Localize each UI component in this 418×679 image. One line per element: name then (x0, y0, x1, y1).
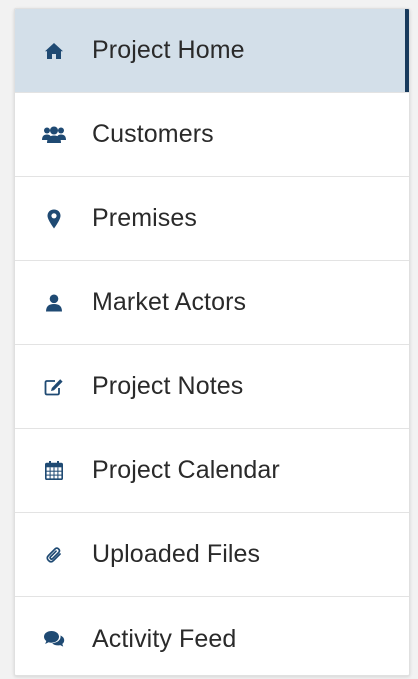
sidebar-item-label: Activity Feed (92, 624, 237, 653)
sidebar-item-label: Premises (92, 204, 197, 232)
calendar-icon (41, 458, 67, 484)
comments-icon (41, 626, 67, 652)
home-icon (41, 38, 67, 64)
map-marker-icon (41, 206, 67, 232)
sidebar-item-market-actors[interactable]: Market Actors (15, 261, 409, 345)
sidebar-item-activity-feed[interactable]: Activity Feed (15, 597, 409, 675)
sidebar-item-label: Project Notes (92, 372, 244, 400)
sidebar-item-project-home[interactable]: Project Home (15, 9, 409, 93)
sidebar-item-project-calendar[interactable]: Project Calendar (15, 429, 409, 513)
sidebar-item-label: Uploaded Files (92, 540, 261, 568)
sidebar-item-label: Market Actors (92, 288, 247, 316)
user-icon (41, 290, 67, 316)
users-icon (41, 122, 67, 148)
sidebar-item-premises[interactable]: Premises (15, 177, 409, 261)
sidebar-nav: Project Home Customers Premises Market A… (14, 8, 410, 676)
sidebar-item-label: Customers (92, 120, 214, 148)
sidebar-item-customers[interactable]: Customers (15, 93, 409, 177)
paperclip-icon (41, 542, 67, 568)
edit-icon (41, 374, 67, 400)
sidebar-item-label: Project Home (92, 36, 245, 64)
sidebar-item-uploaded-files[interactable]: Uploaded Files (15, 513, 409, 597)
sidebar-item-project-notes[interactable]: Project Notes (15, 345, 409, 429)
sidebar-item-label: Project Calendar (92, 456, 280, 484)
